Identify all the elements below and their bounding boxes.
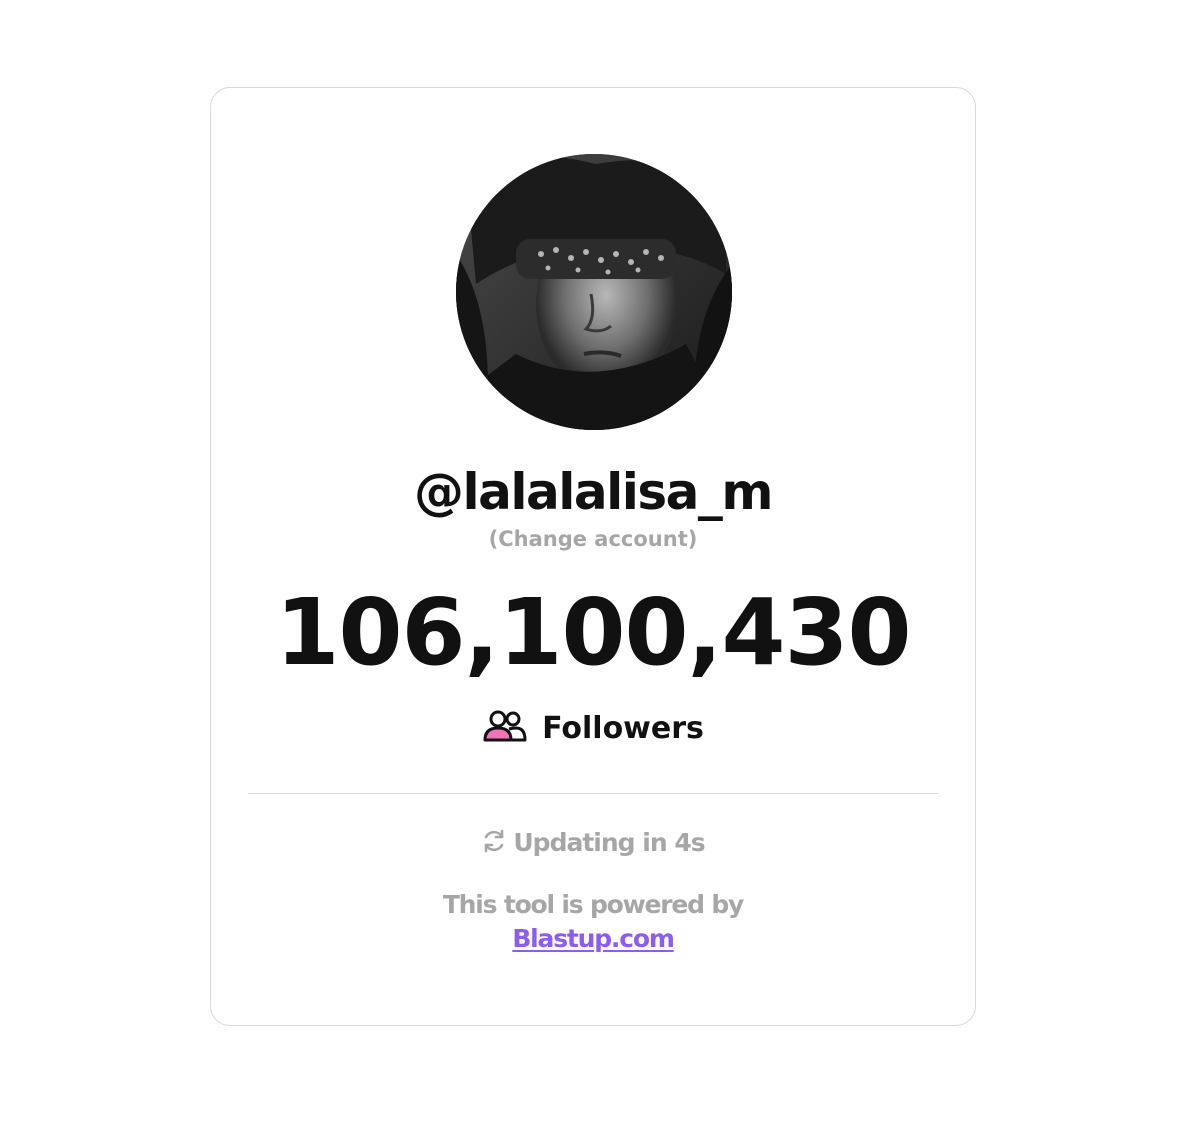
followers-label-row: Followers	[211, 708, 975, 749]
avatar-image	[456, 154, 732, 430]
updating-text: Updating in 4s	[513, 828, 705, 857]
users-icon	[482, 708, 528, 749]
powered-by-link-row: Blastup.com	[211, 922, 975, 960]
avatar	[456, 154, 732, 430]
powered-by-text: This tool is powered by	[442, 890, 745, 919]
username: @lalalalisa_m	[413, 463, 774, 521]
followers-label: Followers	[542, 710, 704, 746]
divider	[248, 793, 938, 794]
change-account-link[interactable]: (Change account)	[211, 524, 975, 554]
blastup-link[interactable]: Blastup.com	[512, 924, 675, 953]
refresh-icon	[481, 828, 507, 859]
update-status: Updating in 4s	[211, 826, 975, 860]
follower-counter-card: @lalalalisa_m (Change account) 106,100,4…	[210, 87, 976, 1026]
follower-count: 106,100,430	[275, 579, 911, 686]
